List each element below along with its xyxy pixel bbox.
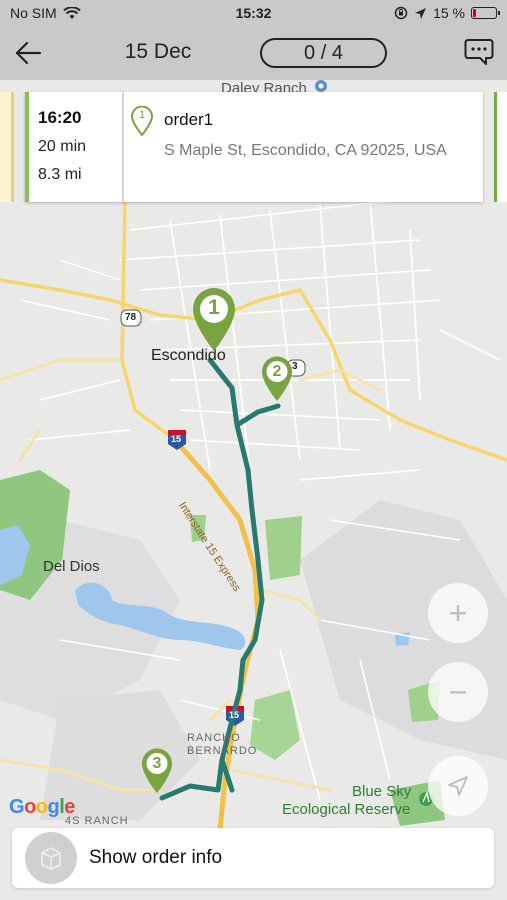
- stop-marker-number: 2: [272, 363, 282, 380]
- order-pin-icon: 1: [130, 105, 154, 141]
- route-15-shield-label-south: 15: [229, 710, 240, 720]
- my-location-button[interactable]: [428, 756, 488, 816]
- stop-marker-number: 1: [208, 296, 220, 319]
- order-card[interactable]: 16:20 20 min 8.3 mi 1 order1 S Maple St,…: [25, 92, 483, 202]
- nav-bar: 15 Dec 0 / 4: [0, 26, 507, 80]
- stop-marker-3[interactable]: 3: [141, 748, 173, 794]
- minus-icon: −: [448, 674, 468, 710]
- plus-icon: +: [448, 595, 468, 631]
- order-address: S Maple St, Escondido, CA 92025, USA: [164, 142, 447, 159]
- navigation-arrow-icon: [448, 776, 468, 796]
- chat-icon: [464, 39, 494, 65]
- route-date: 15 Dec: [124, 40, 192, 63]
- wifi-icon: [62, 6, 81, 19]
- show-order-info-label: Show order info: [89, 847, 223, 868]
- map-label-blue-sky: Blue Sky: [352, 783, 412, 800]
- carrier-label: No SIM: [10, 5, 57, 21]
- route-78-shield-label: 78: [125, 312, 137, 323]
- battery-level: [473, 9, 476, 17]
- status-bar: No SIM 15:32 15 %: [0, 0, 507, 26]
- map-label-ecological-reserve: Ecological Reserve: [282, 801, 411, 818]
- battery-icon: [471, 7, 500, 19]
- order-card-carousel[interactable]: 16:20 20 min 8.3 mi 1 order1 S Maple St,…: [0, 92, 507, 202]
- map-label-bernardo: BERNARDO: [187, 745, 258, 757]
- back-button[interactable]: [12, 38, 44, 68]
- zoom-in-button[interactable]: +: [428, 583, 488, 643]
- next-order-card[interactable]: [494, 92, 507, 202]
- location-arrow-icon: [415, 7, 427, 19]
- order-eta-column: 16:20 20 min 8.3 mi: [29, 92, 124, 202]
- orientation-lock-icon: [394, 6, 408, 20]
- package-icon: [25, 832, 77, 884]
- route-15-shield-label: 15: [171, 434, 182, 444]
- order-distance: 8.3 mi: [38, 166, 82, 183]
- back-arrow-icon: [15, 41, 42, 65]
- order-eta-time: 16:20: [38, 108, 82, 127]
- zoom-out-button[interactable]: −: [428, 662, 488, 722]
- map-label-rancho: RANCHO: [187, 732, 241, 744]
- order-progress-pill[interactable]: 0 / 4: [260, 38, 387, 68]
- order-duration: 20 min: [38, 138, 87, 155]
- order-name: order1: [164, 110, 214, 129]
- stop-marker-number: 3: [152, 755, 162, 772]
- show-order-info-button[interactable]: Show order info: [12, 828, 494, 888]
- google-logo: Google: [9, 796, 75, 818]
- previous-order-card[interactable]: [0, 92, 14, 202]
- stop-marker-1[interactable]: 1: [191, 287, 237, 353]
- order-details: 1 order1 S Maple St, Escondido, CA 92025…: [124, 92, 483, 202]
- order-pin-number: 1: [138, 109, 146, 121]
- chat-button[interactable]: [464, 38, 496, 68]
- battery-percent: 15 %: [433, 5, 465, 21]
- map-label-del-dios: Del Dios: [43, 558, 100, 575]
- stop-marker-2[interactable]: 2: [261, 356, 293, 402]
